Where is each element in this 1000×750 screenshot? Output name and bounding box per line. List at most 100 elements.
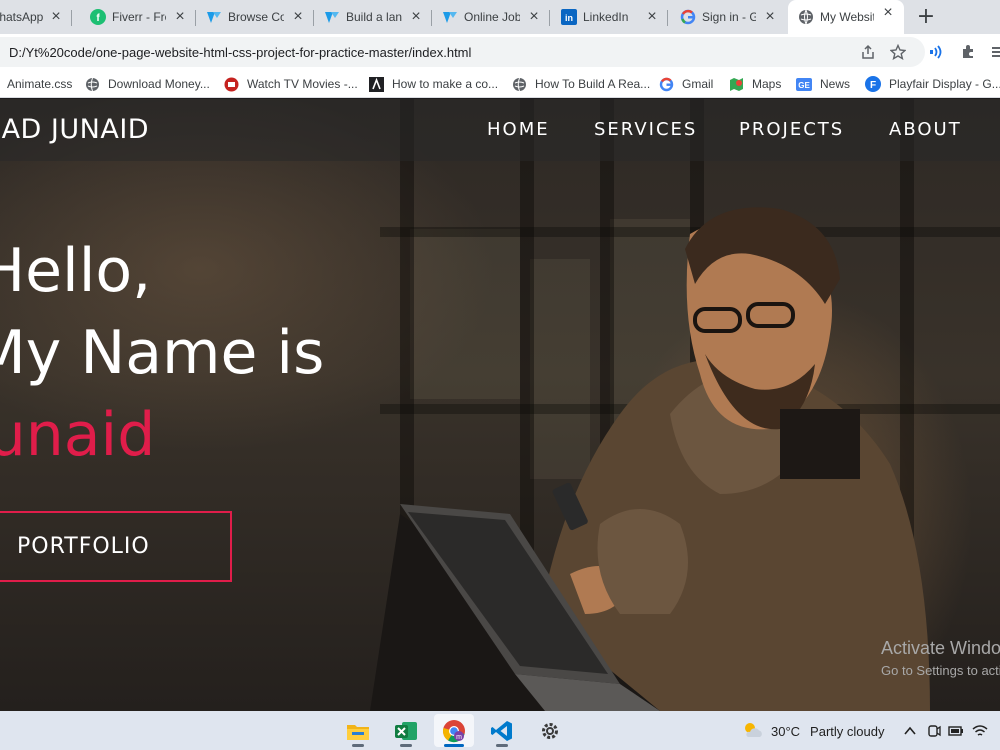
nav-home[interactable]: HOME: [487, 119, 550, 140]
bookmark-star-icon[interactable]: [888, 42, 908, 62]
linkedin-icon: in: [561, 9, 577, 25]
portfolio-button[interactable]: PORTFOLIO: [0, 511, 232, 582]
hero-greeting: Hello,: [0, 236, 152, 306]
url-text: D:/Yt%20code/one-page-website-html-css-p…: [9, 45, 472, 60]
wifi-icon[interactable]: [972, 723, 988, 739]
tab-build[interactable]: Build a lan ×: [316, 4, 432, 30]
hero-name: Junaid: [0, 400, 156, 470]
bookmark-label: Download Money...: [108, 77, 210, 91]
activate-title: Activate Windows: [881, 638, 1000, 658]
bookmark-label: Playfair Display - G...: [889, 77, 1000, 91]
site-navbar: MMAD JUNAID HOME SERVICES PROJECTS ABOUT: [0, 99, 1000, 161]
bookmark-label: Gmail: [682, 77, 714, 91]
fonts-icon: F: [865, 76, 881, 92]
close-icon[interactable]: ×: [762, 9, 778, 25]
audio-playing-icon[interactable]: [927, 42, 947, 62]
partly-cloudy-icon: [742, 721, 764, 742]
fiverr-icon: f: [90, 9, 106, 25]
tab-browse[interactable]: Browse Co ×: [198, 4, 314, 30]
chrome-icon[interactable]: m: [434, 714, 474, 747]
settings-icon[interactable]: [530, 714, 570, 747]
battery-icon[interactable]: [948, 723, 964, 739]
svg-text:F: F: [870, 80, 876, 91]
close-icon[interactable]: ×: [408, 9, 424, 25]
close-icon[interactable]: ×: [48, 9, 64, 25]
upwork-icon: [206, 9, 222, 25]
bookmark-label: Animate.css: [7, 77, 73, 91]
bookmark-download-money[interactable]: Download Money...: [84, 75, 210, 93]
nav-about[interactable]: ABOUT: [889, 119, 962, 140]
chevron-up-icon[interactable]: [902, 723, 918, 739]
file-explorer-icon[interactable]: [338, 714, 378, 747]
browser-tab-strip: WhatsApp × f Fiverr - Fre × Browse Co × …: [0, 0, 1000, 34]
bookmark-label: News: [820, 77, 851, 91]
globe-icon: [798, 9, 814, 25]
weather-widget[interactable]: 30°C Partly cloudy: [742, 721, 884, 742]
tab-title: Fiverr - Fre: [112, 10, 166, 24]
svg-text:m: m: [456, 734, 462, 741]
bookmark-news[interactable]: GE News: [796, 75, 850, 93]
hero-intro: My Name is: [0, 318, 325, 388]
portfolio-button-label: PORTFOLIO: [17, 534, 150, 559]
extensions-puzzle-icon[interactable]: [958, 42, 978, 62]
bookmark-animate-css[interactable]: Animate.css: [7, 75, 72, 93]
close-icon[interactable]: ×: [526, 9, 542, 25]
bookmark-label: Maps: [752, 77, 782, 91]
share-icon[interactable]: [858, 42, 878, 62]
svg-text:in: in: [565, 13, 573, 23]
nav-projects[interactable]: PROJECTS: [739, 119, 844, 140]
excel-icon[interactable]: [386, 714, 426, 747]
bookmark-label: Watch TV Movies -...: [247, 77, 358, 91]
activate-windows-watermark: Activate Windows Go to Settings to activ…: [881, 638, 1000, 678]
tab-my-website[interactable]: My Websit ×: [788, 0, 904, 34]
close-icon[interactable]: ×: [172, 9, 188, 25]
tab-title: Online Job: [464, 10, 520, 24]
upwork-icon: [442, 9, 458, 25]
bookmark-gmail[interactable]: Gmail: [658, 75, 713, 93]
menu-icon[interactable]: [987, 42, 1000, 62]
weather-condition: Partly cloudy: [810, 724, 885, 739]
arch-icon: [368, 76, 384, 92]
bookmark-label: How To Build A Rea...: [535, 77, 651, 91]
bookmark-how-to-build[interactable]: How To Build A Rea...: [511, 75, 650, 93]
tab-title: Build a lan: [346, 10, 402, 24]
google-icon: [658, 76, 674, 92]
bookmark-how-to-make[interactable]: How to make a co...: [368, 75, 498, 93]
tab-google-signin[interactable]: Sign in - G ×: [670, 4, 786, 30]
tab-title: Browse Co: [228, 10, 284, 24]
address-bar[interactable]: D:/Yt%20code/one-page-website-html-css-p…: [0, 37, 925, 67]
upwork-icon: [324, 9, 340, 25]
svg-text:GE: GE: [798, 81, 810, 90]
tab-whatsapp[interactable]: WhatsApp ×: [0, 4, 72, 30]
hero-person-image: [370, 207, 930, 711]
browser-toolbar: D:/Yt%20code/one-page-website-html-css-p…: [0, 34, 1000, 70]
vscode-icon[interactable]: [482, 714, 522, 747]
site-logo[interactable]: MMAD JUNAID: [0, 114, 149, 145]
meet-now-icon[interactable]: [926, 723, 942, 739]
tab-linkedin[interactable]: in LinkedIn ×: [552, 4, 668, 30]
google-icon: [680, 9, 696, 25]
tab-online-job[interactable]: Online Job ×: [434, 4, 550, 30]
page-viewport: MMAD JUNAID HOME SERVICES PROJECTS ABOUT…: [0, 99, 1000, 711]
bookmark-playfair-display[interactable]: F Playfair Display - G...: [865, 75, 1000, 93]
weather-temperature: 30°C: [771, 724, 801, 739]
tab-title: LinkedIn: [583, 10, 629, 24]
maps-icon: [728, 76, 744, 92]
tab-fiverr[interactable]: f Fiverr - Fre ×: [80, 4, 196, 30]
close-icon[interactable]: ×: [290, 9, 306, 25]
bookmarks-bar: Animate.css Download Money... Watch TV M…: [0, 70, 1000, 98]
bookmark-watch-tv[interactable]: Watch TV Movies -...: [223, 75, 358, 93]
windows-taskbar: m 30°C Partly cloudy: [0, 711, 1000, 750]
bookmark-maps[interactable]: Maps: [728, 75, 781, 93]
new-tab-button[interactable]: +: [914, 5, 938, 29]
nav-services[interactable]: SERVICES: [594, 119, 697, 140]
globe-icon: [511, 76, 527, 92]
tab-title: My Websit: [820, 10, 874, 24]
bookmark-label: How to make a co...: [392, 77, 499, 91]
news-icon: GE: [796, 76, 812, 92]
tv-icon: [223, 76, 239, 92]
close-icon[interactable]: ×: [880, 5, 896, 21]
globe-icon: [84, 76, 100, 92]
activate-subtitle: Go to Settings to activate Windows.: [881, 663, 1000, 678]
close-icon[interactable]: ×: [644, 9, 660, 25]
